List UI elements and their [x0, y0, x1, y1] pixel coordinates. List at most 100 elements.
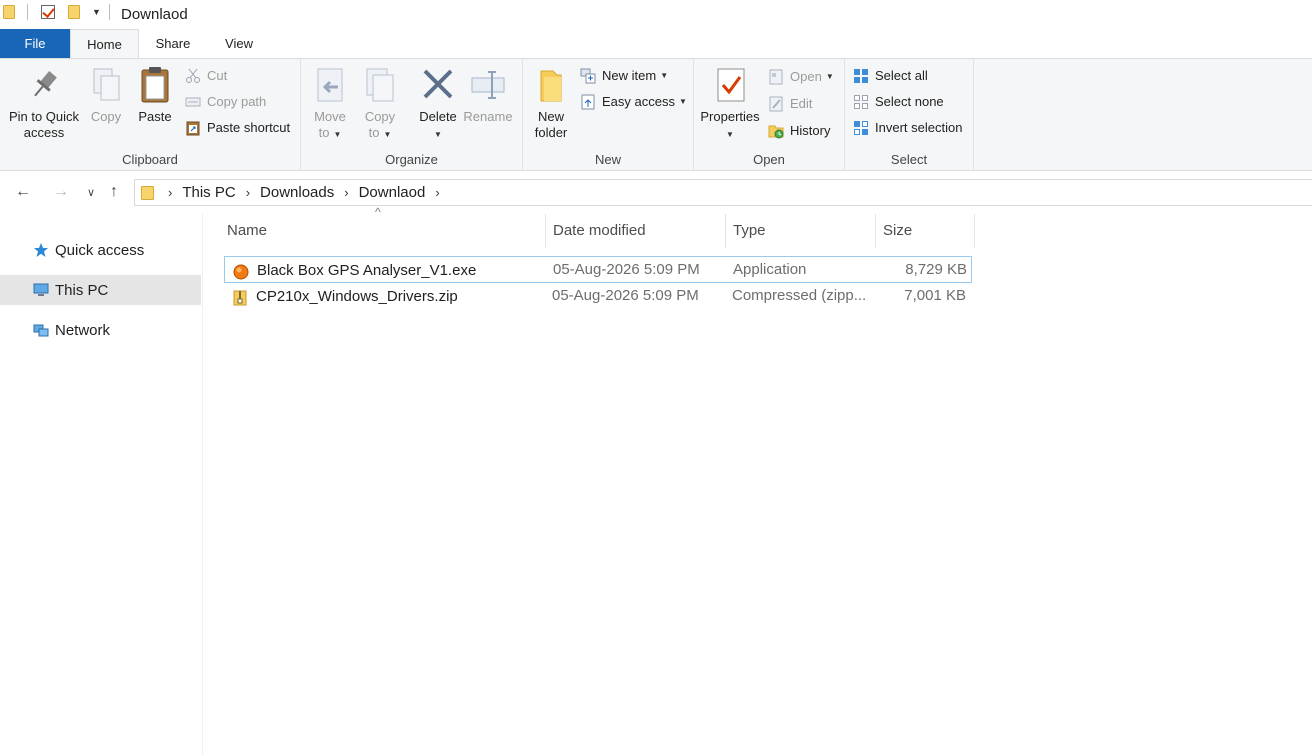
- column-header-type[interactable]: Type: [726, 214, 876, 248]
- easy-access-button[interactable]: Easy access ▼: [580, 91, 687, 113]
- properties-icon: [712, 65, 748, 105]
- invert-selection-button[interactable]: Invert selection: [853, 117, 962, 139]
- select-none-button[interactable]: Select none: [853, 91, 944, 113]
- invert-selection-icon: [853, 120, 869, 136]
- move-label-line2: to ▼: [318, 125, 342, 140]
- pin-to-quick-access-button[interactable]: Pin to Quick access: [4, 65, 84, 141]
- new-folder-label-line2: folder: [534, 125, 568, 140]
- up-arrow-icon[interactable]: ↑: [110, 183, 118, 201]
- history-icon: [768, 123, 784, 139]
- back-arrow-icon[interactable]: ←: [15, 183, 31, 201]
- chevron-down-icon: ▼: [825, 72, 834, 81]
- file-name-cell[interactable]: CP210x_Windows_Drivers.zip: [232, 283, 458, 310]
- folder-icon: [141, 185, 154, 200]
- exe-icon: [233, 263, 249, 279]
- copy-path-button[interactable]: Copy path: [185, 91, 266, 113]
- select-all-icon: [853, 68, 869, 84]
- quick-access-toolbar: ▼: [3, 4, 110, 20]
- copy-to-label-line2: to ▼: [368, 125, 392, 140]
- file-size: 8,729 KB: [905, 261, 967, 278]
- tab-share[interactable]: Share: [140, 29, 206, 58]
- breadcrumb-downlaod[interactable]: Downlaod: [359, 184, 426, 201]
- rename-button[interactable]: Rename: [463, 65, 513, 125]
- tab-view[interactable]: View: [206, 29, 272, 58]
- breadcrumb-chevron-icon[interactable]: ›: [344, 185, 348, 200]
- paste-button[interactable]: Paste: [134, 65, 176, 125]
- delete-chevron-down-icon[interactable]: ▼: [414, 125, 462, 143]
- sidebar-item-network[interactable]: Network: [0, 315, 201, 345]
- file-size: 7,001 KB: [904, 287, 966, 304]
- new-group: New folder New item ▼ Easy access ▼ New: [523, 59, 694, 171]
- clipboard-group-label: Clipboard: [122, 152, 178, 167]
- copy-label: Copy: [90, 109, 122, 124]
- tab-file[interactable]: File: [0, 29, 70, 58]
- history-button[interactable]: History: [768, 120, 830, 142]
- column-header-name[interactable]: Name: [220, 214, 546, 248]
- sidebar-item-this-pc[interactable]: This PC: [0, 275, 201, 305]
- history-label: History: [790, 123, 831, 138]
- file-name: Black Box GPS Analyser_V1.exe: [257, 261, 477, 279]
- table-row[interactable]: Black Box GPS Analyser_V1.exe 05-Aug-202…: [224, 256, 972, 283]
- pin-icon: [26, 65, 62, 105]
- delete-label: Delete: [419, 109, 457, 124]
- open-group-label: Open: [753, 152, 785, 167]
- table-row[interactable]: CP210x_Windows_Drivers.zip 05-Aug-2026 5…: [224, 283, 972, 310]
- open-icon: [768, 69, 784, 85]
- breadcrumb-chevron-icon[interactable]: ›: [168, 185, 172, 200]
- properties-check-icon[interactable]: [41, 5, 55, 19]
- move-to-button[interactable]: Move to ▼: [309, 65, 351, 143]
- properties-chevron-down-icon[interactable]: ▼: [698, 125, 762, 143]
- new-item-button[interactable]: New item ▼: [580, 65, 668, 87]
- file-date: 05-Aug-2026 5:09 PM: [552, 287, 699, 304]
- star-icon: [33, 242, 49, 258]
- breadcrumb-chevron-icon[interactable]: ›: [246, 185, 250, 200]
- invert-selection-label: Invert selection: [875, 120, 963, 135]
- forward-arrow-icon[interactable]: →: [53, 183, 69, 201]
- sidebar-item-quick-access[interactable]: Quick access: [0, 235, 201, 265]
- breadcrumb-downloads[interactable]: Downloads: [260, 184, 334, 201]
- file-date: 05-Aug-2026 5:09 PM: [553, 261, 700, 278]
- select-group: Select all Select none Invert selection …: [845, 59, 974, 171]
- breadcrumb-chevron-icon[interactable]: ›: [435, 185, 439, 200]
- copy-to-button[interactable]: Copy to ▼: [359, 65, 401, 143]
- file-name-cell[interactable]: Black Box GPS Analyser_V1.exe: [233, 257, 476, 284]
- column-header-date-modified[interactable]: Date modified: [546, 214, 726, 248]
- paste-shortcut-icon: [185, 120, 201, 136]
- select-none-icon: [853, 94, 869, 110]
- properties-label: Properties: [700, 109, 760, 124]
- select-none-label: Select none: [875, 94, 944, 109]
- properties-button[interactable]: Properties ▼: [698, 65, 762, 143]
- title-bar: ▼ Downlaod: [0, 0, 1312, 30]
- edit-button[interactable]: Edit: [768, 93, 812, 115]
- new-group-label: New: [594, 152, 621, 167]
- copy-to-label-line1: Copy: [364, 109, 396, 124]
- window-title: Downlaod: [121, 6, 188, 23]
- delete-button[interactable]: Delete ▼: [414, 65, 462, 143]
- copy-path-label: Copy path: [207, 94, 267, 109]
- file-type: Application: [733, 261, 807, 278]
- open-button[interactable]: Open ▼: [768, 66, 834, 88]
- divider: [27, 4, 28, 20]
- tab-home[interactable]: Home: [70, 29, 139, 59]
- sidebar-item-label: Quick access: [55, 241, 145, 259]
- new-folder-button[interactable]: New folder: [529, 65, 573, 141]
- recent-locations-chevron-icon[interactable]: ∨: [87, 186, 95, 199]
- folder-icon: [533, 65, 569, 105]
- breadcrumb-this-pc[interactable]: This PC: [182, 184, 235, 201]
- new-folder-icon[interactable]: [68, 5, 80, 19]
- select-all-button[interactable]: Select all: [853, 65, 928, 87]
- chevron-down-icon: ▼: [678, 97, 687, 106]
- cut-button[interactable]: Cut: [185, 65, 227, 87]
- pin-label-line2: access: [23, 125, 65, 140]
- customize-toolbar-chevron-icon[interactable]: ▼: [92, 7, 101, 17]
- edit-icon: [768, 96, 784, 112]
- copy-icon: [88, 65, 124, 105]
- address-bar[interactable]: › This PC › Downloads › Downlaod ›: [134, 179, 1312, 206]
- column-header-size[interactable]: Size: [876, 214, 975, 248]
- computer-icon: [33, 282, 49, 298]
- easy-access-icon: [580, 94, 596, 110]
- organize-group-label: Organize: [385, 152, 438, 167]
- network-icon: [33, 322, 49, 338]
- copy-button[interactable]: Copy: [86, 65, 126, 125]
- paste-shortcut-button[interactable]: Paste shortcut: [185, 117, 290, 139]
